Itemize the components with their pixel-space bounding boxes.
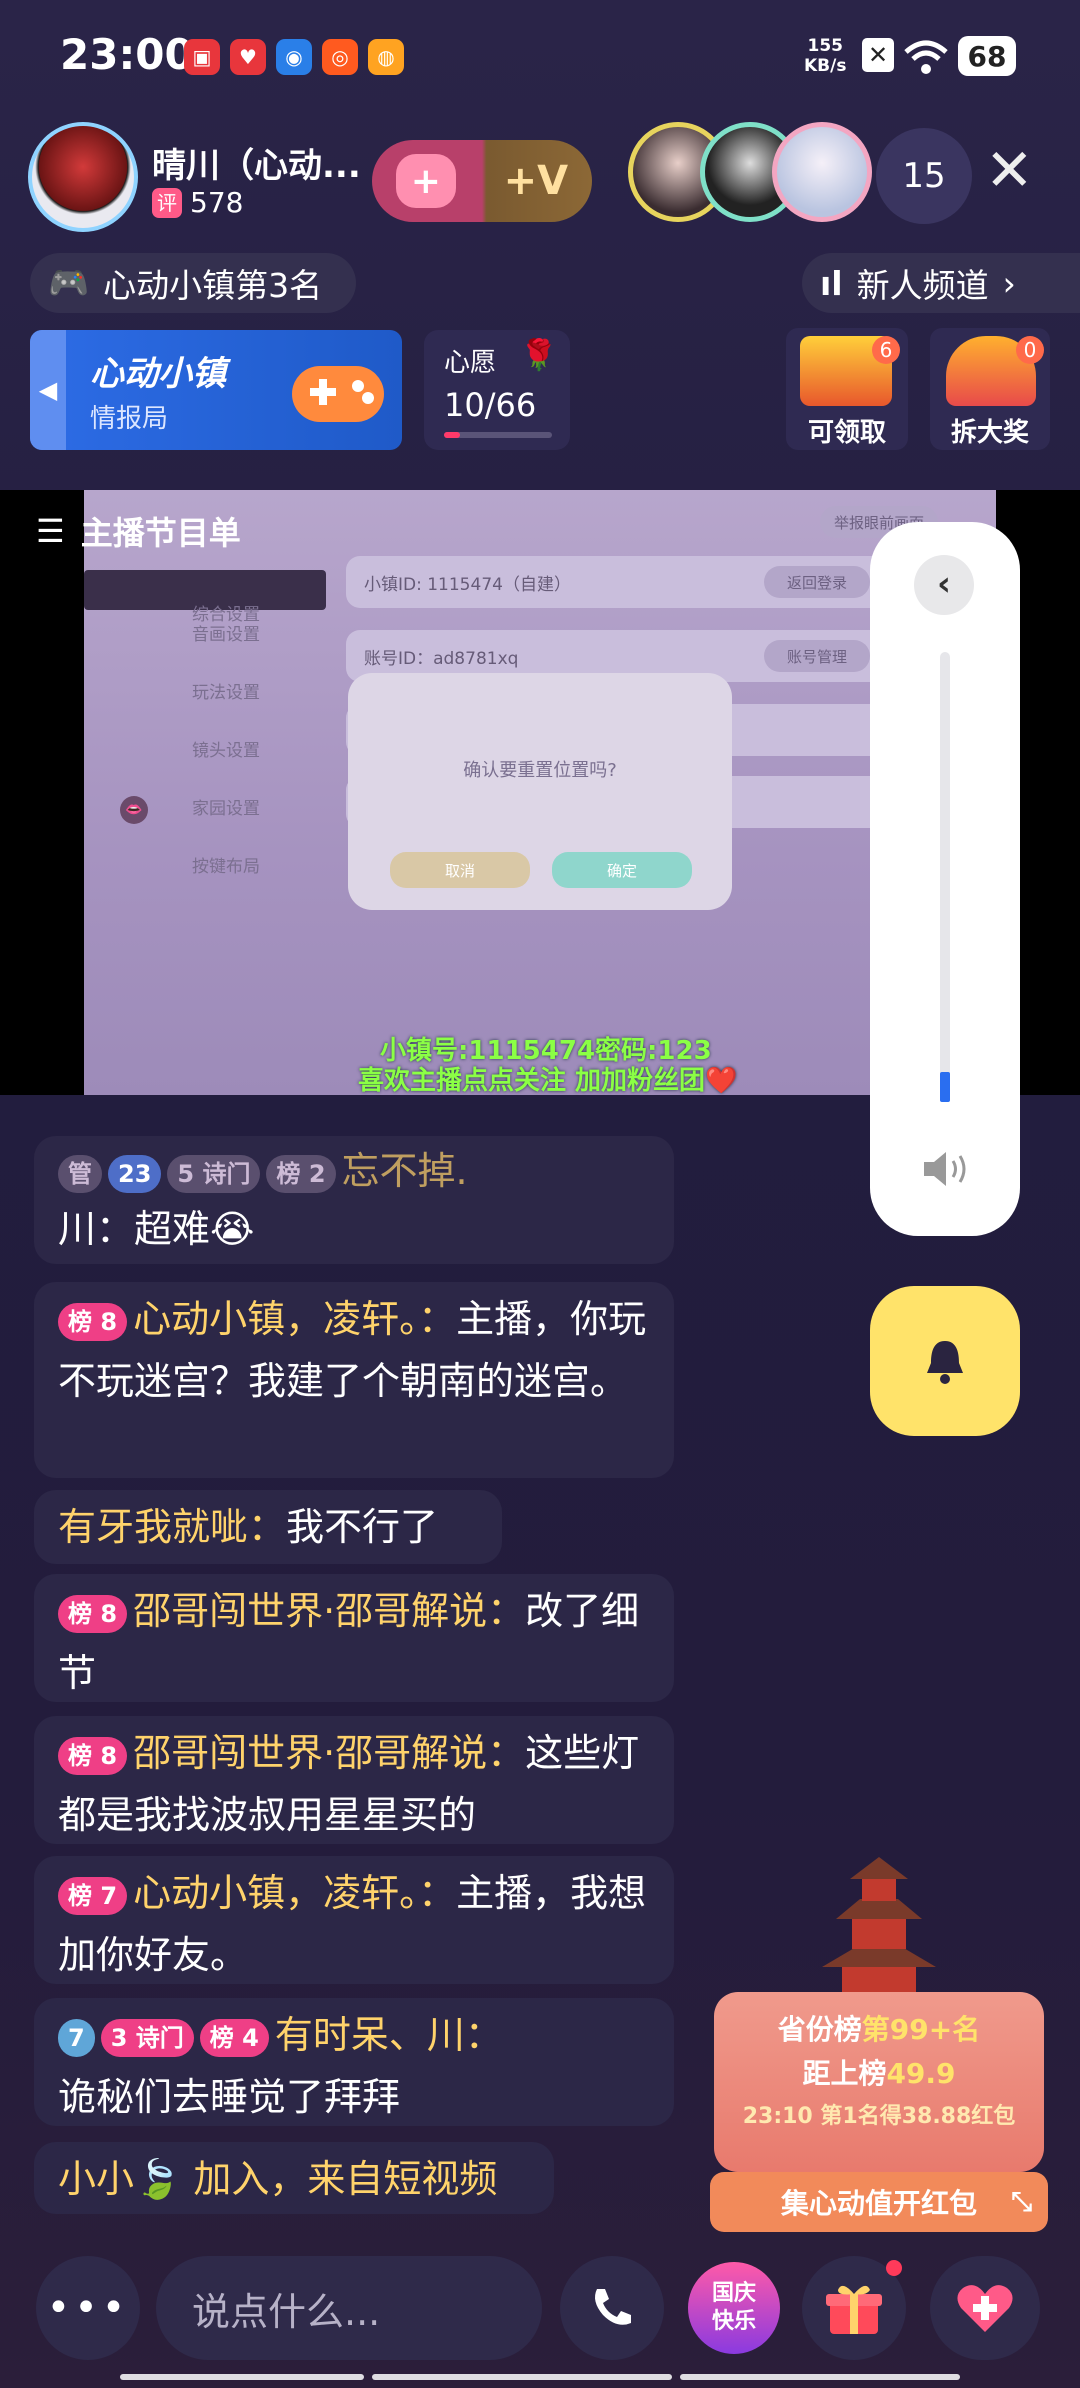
user-badge: 榜 4 [199, 2018, 269, 2057]
user-badge: 管 [58, 1154, 102, 1193]
chat-message[interactable]: 榜 7 心动小镇，凌轩。：主播，我想加你好友。 [34, 1856, 674, 1984]
nav-indicator [372, 2374, 672, 2380]
rose-icon: 🌹 [520, 338, 558, 373]
more-dots-icon: ••• [46, 2285, 130, 2331]
bars-icon: ıl [820, 263, 843, 303]
prize-count: 0 [1016, 336, 1044, 364]
chat-message[interactable]: 榜 8 心动小镇，凌轩。：主播，你玩不玩迷宫？我建了个朝南的迷宫。 [34, 1282, 674, 1478]
nav-indicator [680, 2374, 960, 2380]
app-icon: ◍ [368, 39, 404, 75]
notification-dot [886, 2260, 902, 2276]
province-rank-card[interactable]: 省份榜第99+名 距上榜49.9 23:10 第1名得38.88红包 [714, 1992, 1044, 2172]
clock: 23:00 [60, 30, 194, 79]
viewer-count[interactable]: 15 [876, 128, 972, 224]
nav-indicator [120, 2374, 364, 2380]
heart-plus-icon: + [395, 154, 456, 208]
prize-label: 拆大奖 [950, 418, 1029, 448]
volume-level [940, 1072, 950, 1102]
wish-value: 10/66 [444, 386, 537, 424]
host-avatar[interactable] [28, 122, 138, 232]
red-packet-button[interactable]: 集心动值开红包 ⤡ [710, 2172, 1048, 2232]
account-manage-button[interactable]: 账号管理 [764, 640, 870, 672]
speaker-icon[interactable] [920, 1148, 972, 1190]
chevron-left-icon[interactable]: ◀ [30, 330, 66, 450]
chat-message[interactable]: 榜 8 邵哥闯世界·邵哥解说：改了细节 [34, 1574, 674, 1702]
app-icon: ♥ [230, 39, 266, 75]
gift-icon [826, 2285, 882, 2334]
cancel-button[interactable]: 取消 [390, 852, 530, 888]
user-badge: 7 [58, 2018, 95, 2057]
like-button[interactable] [930, 2256, 1040, 2360]
back-login-button[interactable]: 返回登录 [764, 566, 870, 598]
network-speed: 155 KB/s [804, 36, 847, 76]
chat-message[interactable]: 小小🍃 加入，来自短视频 [34, 2142, 554, 2214]
phone-video-icon [595, 2289, 631, 2325]
sim-off-icon: ✕ [862, 38, 894, 72]
notification-button[interactable] [870, 1286, 1020, 1436]
battery-indicator: 68 [958, 36, 1016, 76]
host-name[interactable]: 晴川（心动... [152, 138, 361, 187]
chevron-left-icon[interactable]: ‹ [914, 555, 974, 615]
user-badge: 榜 2 [266, 1154, 336, 1193]
user-badge: 23 [108, 1154, 162, 1193]
town-subtitle: 情报局 [90, 404, 169, 434]
wifi-icon [904, 40, 948, 74]
chat-message[interactable]: 有牙我就呲：我不行了 [34, 1490, 502, 1564]
rating-badge: 评 [152, 188, 182, 218]
user-badge: 榜 8 [58, 1302, 128, 1341]
program-list-button[interactable]: ☰ 主播节目单 [36, 508, 241, 554]
user-badge: 榜 8 [58, 1736, 128, 1775]
wish-progress [444, 432, 552, 438]
rank-tag[interactable]: 🎮 心动小镇第3名 [30, 253, 356, 313]
volume-slider[interactable] [940, 652, 950, 1102]
channel-tag[interactable]: ıl 新人频道 › [802, 253, 1080, 313]
town-title: 心动小镇 [90, 354, 226, 394]
stream-banner-follow: 喜欢主播点点关注 加加粉丝团❤️ [358, 1066, 738, 1096]
host-score: 578 [190, 186, 244, 219]
gamepad-icon [292, 366, 384, 422]
gift-button[interactable] [802, 2256, 906, 2360]
follow-button[interactable]: + +V [372, 140, 592, 222]
dialog-text: 确认要重置位置吗? [463, 760, 617, 781]
user-badge: 3 诗门 [100, 2018, 194, 2057]
status-bar: 23:00 ▣ ♥ ◉ ◎ ◍ 155 KB/s ✕ 68 [0, 0, 1080, 115]
call-button[interactable] [560, 2256, 664, 2360]
user-badge: 榜 8 [58, 1594, 128, 1633]
chevron-right-icon: › [1002, 263, 1016, 303]
menu-list-icon: ☰ [36, 512, 65, 550]
chat-message[interactable]: 榜 8 邵哥闯世界·邵哥解说：这些灯都是我找波叔用星星买的 [34, 1716, 674, 1844]
close-icon[interactable]: ✕ [985, 140, 1034, 200]
user-badge: 5 诗门 [167, 1154, 261, 1193]
app-icon: ▣ [184, 39, 220, 75]
wish-label: 心愿 [444, 348, 497, 378]
lips-icon: 👄 [120, 796, 148, 824]
confirm-button[interactable]: 确定 [552, 852, 692, 888]
bell-icon [927, 1341, 963, 1384]
chest-count: 6 [872, 336, 900, 364]
app-icon: ◉ [276, 39, 312, 75]
gamepad-icon: 🎮 [48, 263, 90, 302]
chest-label: 可领取 [807, 418, 886, 448]
heart-plus-icon [957, 2285, 1013, 2332]
more-button[interactable]: ••• [36, 2256, 140, 2360]
chat-message[interactable]: 73 诗门榜 4 有时呆、川： 诡秘们去睡觉了拜拜 [34, 1998, 674, 2126]
vip-label: +V [503, 158, 569, 204]
user-badge: 榜 7 [58, 1876, 128, 1915]
app-icon: ◎ [322, 39, 358, 75]
chat-message[interactable]: 管 23 5 诗门榜 2 忘不掉. 川：超难😭 [34, 1136, 674, 1264]
chat-input[interactable]: 说点什么... [156, 2256, 542, 2360]
viewer-avatar[interactable] [772, 122, 872, 222]
festival-button[interactable]: 国庆快乐 [688, 2262, 780, 2354]
collapse-icon[interactable]: ⤡ [1011, 2187, 1032, 2218]
settings-menu: 综合设置 音画设置 玩法设置 镜头设置 家园设置 按键布局 [192, 605, 260, 877]
